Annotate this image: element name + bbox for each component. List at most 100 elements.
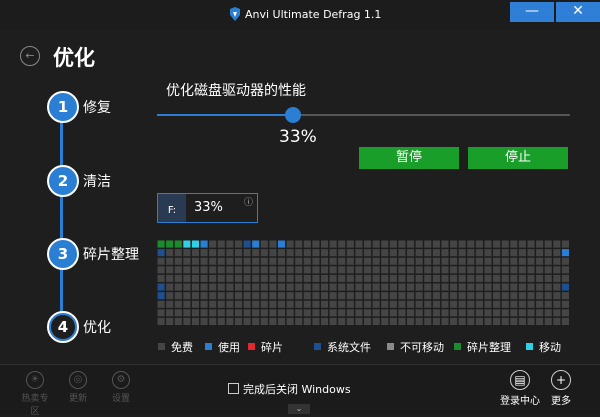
disk-block-free [407, 266, 415, 274]
disk-block-free [398, 309, 406, 317]
footer-settings[interactable]: ⚙ 设置 [106, 371, 136, 404]
disk-block-free [303, 240, 311, 248]
legend-swatch [158, 343, 165, 350]
disk-block-free [269, 309, 277, 317]
disk-block-free [234, 274, 243, 282]
disk-block-free [510, 317, 518, 325]
step-number: 2 [47, 165, 79, 197]
drive-card[interactable]: F: 33% ⓘ [157, 193, 258, 223]
sun-icon: ☀ [26, 371, 44, 389]
disk-block-used [277, 240, 286, 248]
disk-block-free [561, 300, 569, 308]
disk-block-free [432, 249, 440, 257]
disk-block-free [320, 249, 329, 257]
disk-block-free [260, 240, 268, 248]
disk-block-free [381, 300, 389, 308]
footer-update[interactable]: ◎ 更新 [63, 371, 93, 404]
disk-block-free [295, 266, 303, 274]
disk-block-free [269, 249, 277, 257]
disk-block-used [561, 249, 569, 257]
legend-swatch [248, 343, 255, 350]
disk-block-free [277, 283, 286, 291]
shutdown-checkbox[interactable] [228, 383, 239, 394]
footer-hot-deals[interactable]: ☀ 热卖专区 [20, 371, 50, 417]
disk-block-free [561, 240, 569, 248]
disk-block-free [312, 300, 320, 308]
disk-block-free [407, 300, 415, 308]
disk-block-free [536, 300, 544, 308]
slider-thumb[interactable] [285, 107, 302, 123]
disk-block-free [200, 274, 208, 282]
disk-block-free [424, 274, 432, 282]
disk-block-free [424, 317, 432, 325]
disk-block-free [338, 249, 346, 257]
disk-block-free [209, 283, 217, 291]
info-icon[interactable]: ⓘ [244, 195, 253, 208]
disk-block-free [432, 257, 440, 265]
legend-label: 使用 [218, 341, 240, 354]
disk-block-free [243, 317, 251, 325]
disk-block-free [372, 283, 380, 291]
disk-block-free [286, 249, 294, 257]
disk-block-free [312, 274, 320, 282]
disk-block-free [441, 317, 449, 325]
page-title: 优化 [53, 46, 95, 70]
disk-block-free [217, 257, 225, 265]
steps-progress-line [60, 118, 63, 326]
disk-block-free [200, 309, 208, 317]
expand-chevron-icon[interactable]: ⌄ [288, 404, 310, 414]
disk-block-free [252, 266, 260, 274]
disk-block-free [389, 257, 397, 265]
disk-block-free [381, 283, 389, 291]
disk-block-free [166, 309, 174, 317]
disk-block-free [166, 266, 174, 274]
disk-block-free [381, 292, 389, 300]
minimize-button[interactable]: — [510, 2, 554, 22]
more-button[interactable]: + 更多 [551, 370, 571, 407]
login-center-icon: ▤ [510, 370, 530, 390]
shutdown-label[interactable]: 完成后关闭 Windows [243, 381, 351, 397]
disk-block-free [243, 257, 251, 265]
disk-block-free [226, 317, 234, 325]
disk-block-free [484, 274, 492, 282]
disk-block-free [320, 283, 329, 291]
disk-block-free [561, 309, 569, 317]
disk-block-free [243, 274, 251, 282]
disk-block-free [338, 257, 346, 265]
step-label: 清洁 [83, 174, 111, 190]
performance-slider[interactable] [157, 107, 570, 123]
disk-block-free [510, 274, 518, 282]
disk-block-free [157, 266, 165, 274]
disk-block-free [174, 300, 182, 308]
disk-block-free [329, 317, 337, 325]
disk-block-free [217, 283, 225, 291]
disk-block-free [441, 257, 449, 265]
disk-block-free [174, 249, 182, 257]
pause-button[interactable]: 暂停 [359, 147, 459, 169]
disk-block-used [252, 240, 260, 248]
disk-block-free [286, 274, 294, 282]
disk-block-free [518, 240, 526, 248]
disk-block-free [389, 266, 397, 274]
disk-block-defragmented [157, 240, 165, 248]
disk-block-free [269, 240, 277, 248]
legend-label: 移动 [539, 341, 561, 354]
disk-block-free [191, 283, 200, 291]
disk-block-free [295, 283, 303, 291]
disk-block-free [355, 317, 363, 325]
disk-block-free [286, 317, 294, 325]
back-arrow-icon[interactable]: ← [20, 46, 40, 66]
disk-block-free [346, 292, 354, 300]
performance-label: 优化磁盘驱动器的性能 [166, 83, 306, 99]
stop-button[interactable]: 停止 [468, 147, 568, 169]
disk-block-free [536, 283, 544, 291]
disk-block-free [553, 240, 561, 248]
disk-block-free [200, 257, 208, 265]
disk-block-free [450, 257, 458, 265]
disk-block-free [493, 292, 501, 300]
login-center-button[interactable]: ▤ 登录中心 [500, 370, 540, 407]
disk-block-free [243, 309, 251, 317]
disk-block-free [338, 283, 346, 291]
close-button[interactable]: ✕ [556, 2, 600, 22]
disk-block-free [364, 283, 372, 291]
